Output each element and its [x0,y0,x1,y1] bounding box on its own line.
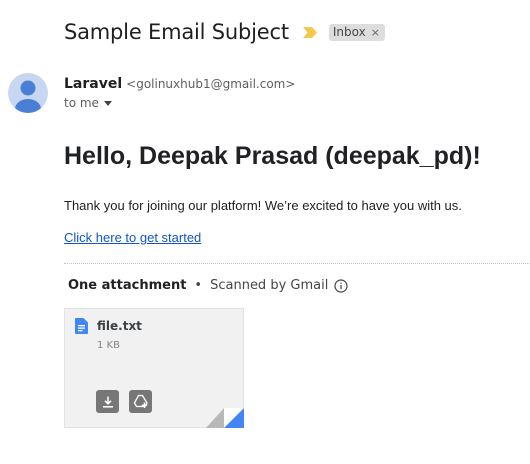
scan-status: Scanned by Gmail [210,278,329,293]
info-icon[interactable] [334,278,348,293]
chevron-down-icon[interactable] [103,100,112,106]
sender-line: Laravel <golinuxhub1@gmail.com> [64,76,295,92]
person-icon [15,80,41,113]
recipient-details-toggle[interactable]: to me [64,96,112,110]
sender-email: <golinuxhub1@gmail.com> [126,77,296,91]
header-separator: • [194,278,203,293]
attachment-file-name: file.txt [97,319,142,333]
inbox-label-text: Inbox [332,24,366,39]
download-icon [102,396,113,408]
email-greeting: Hello, Deepak Prasad (deepak_pd)! [64,142,481,170]
attachment-card[interactable]: file.txt 1 KB [64,308,244,428]
sender-name[interactable]: Laravel [64,76,122,92]
add-to-drive-icon [133,394,148,408]
subject-row: Sample Email Subject Inbox × [64,18,385,46]
remove-label-button[interactable]: × [371,24,380,41]
email-subject: Sample Email Subject [64,20,289,44]
email-message: Thank you for joining our platform! We’r… [64,198,462,213]
inbox-label-chip[interactable]: Inbox × [328,23,385,41]
sender-avatar[interactable] [8,73,48,113]
recipient-label: to me [64,96,99,110]
attachments-header: One attachment • Scanned by Gmail [68,278,348,293]
attachments-divider [64,263,530,264]
importance-marker-icon[interactable] [302,26,317,38]
attachment-count: One attachment [68,278,187,293]
attachment-file-size: 1 KB [97,340,120,351]
download-button[interactable] [96,390,119,413]
document-icon [75,318,88,334]
get-started-link[interactable]: Click here to get started [64,230,201,245]
page-fold-corner [206,408,244,428]
add-to-drive-button[interactable] [129,390,152,413]
